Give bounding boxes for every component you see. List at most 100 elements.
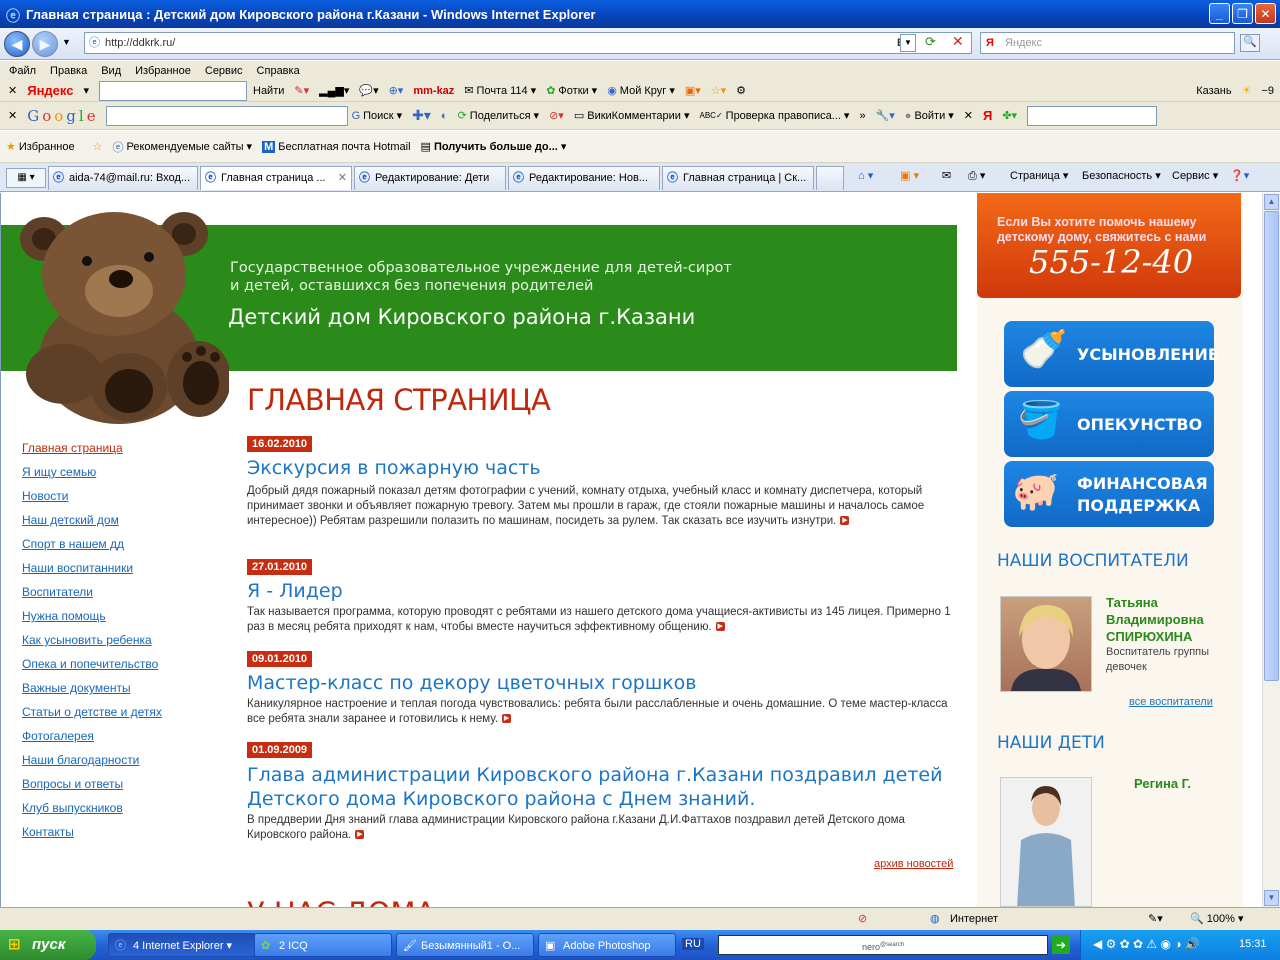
educator-name[interactable]: Татьяна Владимировна СПИРЮХИНА: [1106, 594, 1204, 645]
address-input[interactable]: ⓔ http://ddkrk.ru/ En: [84, 32, 972, 54]
menu-favorites[interactable]: Избранное: [135, 65, 191, 77]
forward-button[interactable]: ▶: [32, 31, 58, 57]
tab-edit-news[interactable]: ⓔ Редактирование: Нов...: [508, 166, 660, 190]
news-title-link[interactable]: Мастер-класс по декору цветочных горшков: [247, 671, 697, 695]
nav-looking-for-family[interactable]: Я ищу семью: [22, 465, 96, 479]
taskbar-icq[interactable]: ✿ 2 ICQ: [254, 933, 392, 957]
yandex-logo[interactable]: Яндекс: [27, 83, 73, 98]
scroll-down-icon[interactable]: ▼: [1264, 890, 1279, 906]
address-dropdown-icon[interactable]: ▼: [900, 34, 916, 52]
more-chevron-icon[interactable]: »: [859, 110, 865, 122]
quick-tabs-button[interactable]: ▦ ▾: [6, 168, 46, 188]
menu-tools[interactable]: Сервис: [205, 65, 243, 77]
guardianship-button[interactable]: 🪣 ОПЕКУНСТВО: [1004, 391, 1214, 457]
protected-mode-icon[interactable]: ✎▾: [1148, 912, 1163, 925]
minimize-button[interactable]: _: [1209, 3, 1230, 24]
mail-button[interactable]: ✉ Почта 114 ▾: [464, 84, 536, 98]
nav-gallery[interactable]: Фотогалерея: [22, 729, 94, 743]
maximize-button[interactable]: ❐: [1232, 3, 1253, 24]
hotmail-link[interactable]: M Бесплатная почта Hotmail: [262, 140, 411, 153]
tab-mail[interactable]: ⓔ aida-74@mail.ru: Вход...: [48, 166, 198, 190]
yandex-y-icon[interactable]: Я: [983, 108, 992, 123]
nav-sport[interactable]: Спорт в нашем дд: [22, 537, 124, 551]
menu-help[interactable]: Справка: [257, 65, 300, 77]
help-icon[interactable]: ❓▾: [1230, 169, 1249, 182]
nav-our-home[interactable]: Наш детский дом: [22, 513, 119, 527]
yandex-find-button[interactable]: Найти: [253, 85, 284, 97]
google-search-input[interactable]: [105, 105, 348, 126]
all-educators-link[interactable]: все воспитатели: [1129, 696, 1213, 708]
nero-search-input[interactable]: nero@search: [718, 935, 1048, 955]
tab-main-page[interactable]: ⓔ Главная страница ... ✕: [200, 166, 352, 190]
get-more-link[interactable]: ▤ Получить больше до... ▾: [421, 140, 567, 154]
nav-faq[interactable]: Вопросы и ответы: [22, 777, 123, 791]
new-tab-button[interactable]: [816, 166, 844, 190]
tab-edit-children[interactable]: ⓔ Редактирование: Дети: [354, 166, 506, 190]
close-toolbar-icon[interactable]: ✕: [8, 84, 17, 97]
scroll-thumb[interactable]: [1264, 211, 1279, 681]
read-more-icon[interactable]: ▶: [840, 516, 850, 526]
print-icon[interactable]: ⎙ ▾: [968, 169, 985, 183]
security-menu[interactable]: Безопасность ▾: [1082, 169, 1161, 182]
chat-icon[interactable]: 💬▾: [359, 84, 378, 97]
nav-pupils[interactable]: Наши воспитанники: [22, 561, 133, 575]
nav-home[interactable]: Главная страница: [22, 441, 123, 455]
globe-icon[interactable]: ◐: [441, 110, 448, 122]
close-tab-icon[interactable]: ✕: [338, 167, 347, 189]
language-indicator[interactable]: RU: [682, 938, 704, 950]
back-button[interactable]: ◀: [4, 31, 30, 57]
settings-gear-icon[interactable]: ⚙: [736, 84, 746, 97]
home-icon[interactable]: ⌂ ▾: [858, 169, 873, 182]
news-title-link[interactable]: Глава администрации Кировского района г.…: [247, 763, 947, 811]
start-button[interactable]: ⊞ пуск: [0, 930, 96, 960]
yandex-search-input[interactable]: Я Яндекс: [980, 32, 1235, 54]
clock[interactable]: 15:31: [1239, 938, 1267, 950]
close-toolbar-icon[interactable]: ✕: [8, 109, 17, 122]
privacy-icon[interactable]: ⊘: [858, 912, 867, 925]
taskbar-photoshop[interactable]: ▣ Adobe Photoshop: [538, 933, 676, 957]
read-mail-icon[interactable]: ✉: [942, 169, 951, 182]
nav-educators[interactable]: Воспитатели: [22, 585, 93, 599]
history-dropdown-icon[interactable]: ▼: [62, 37, 71, 47]
scroll-up-icon[interactable]: ▲: [1264, 194, 1279, 210]
pen-icon[interactable]: ✎▾: [294, 84, 309, 97]
stop-icon[interactable]: ✕: [952, 33, 964, 50]
menu-view[interactable]: Вид: [101, 65, 121, 77]
mm-kaz-logo[interactable]: mm-kaz: [413, 85, 454, 97]
menu-edit[interactable]: Правка: [50, 65, 87, 77]
search-go-button[interactable]: 🔍: [1240, 34, 1260, 52]
menu-file[interactable]: Файл: [9, 65, 36, 77]
tools-menu[interactable]: Сервис ▾: [1172, 169, 1218, 182]
financial-support-button[interactable]: 🐖 ФИНАНСОВАЯ ПОДДЕРЖКА: [1004, 461, 1214, 527]
read-more-icon[interactable]: ▶: [355, 830, 365, 840]
adoption-button[interactable]: 🍼 УСЫНОВЛЕНИЕ: [1004, 321, 1219, 387]
close-toolbar-icon[interactable]: ✕: [964, 109, 973, 122]
star-icon[interactable]: ☆▾: [711, 84, 726, 97]
close-button[interactable]: ✕: [1255, 3, 1276, 24]
educator-photo[interactable]: [1000, 596, 1092, 692]
child-photo[interactable]: [1000, 777, 1092, 907]
clover-icon[interactable]: ✤▾: [1002, 109, 1017, 122]
nav-guardianship[interactable]: Опека и попечительство: [22, 657, 158, 671]
tab-skype-page[interactable]: ⓔ Главная страница | Ск...: [662, 166, 814, 190]
wiki-button[interactable]: ▭ ВикиКомментарии ▾: [574, 109, 690, 123]
rss-icon[interactable]: ▣ ▾: [900, 169, 919, 182]
read-more-icon[interactable]: ▶: [502, 714, 512, 724]
share-button[interactable]: ⟳ Поделиться ▾: [458, 109, 540, 123]
plus-icon[interactable]: ✚▾: [412, 107, 431, 124]
weather-city[interactable]: Казань: [1196, 85, 1231, 97]
nav-documents[interactable]: Важные документы: [22, 681, 131, 695]
add-favorite-icon[interactable]: ☆: [93, 140, 103, 153]
read-more-icon[interactable]: ▶: [715, 622, 725, 632]
tray-icons[interactable]: ◀ ⚙ ✿ ✿ ⚠ ◉ ◑ 🔊: [1093, 937, 1200, 951]
nav-thanks[interactable]: Наши благодарности: [22, 753, 139, 767]
popup-block-icon[interactable]: ⊘▾: [549, 109, 564, 122]
nav-articles[interactable]: Статьи о детстве и детях: [22, 705, 162, 719]
nav-contacts[interactable]: Контакты: [22, 825, 74, 839]
ref-icon[interactable]: ⊕▾: [389, 84, 404, 97]
spellcheck-button[interactable]: ABC✓ Проверка правописа... ▾: [700, 109, 850, 123]
news-archive-link[interactable]: архив новостей: [874, 858, 953, 870]
yandex-bar-input[interactable]: [99, 80, 247, 101]
news-title-link[interactable]: Экскурсия в пожарную часть: [247, 456, 541, 480]
favorites-button[interactable]: ★ Избранное: [6, 140, 75, 154]
